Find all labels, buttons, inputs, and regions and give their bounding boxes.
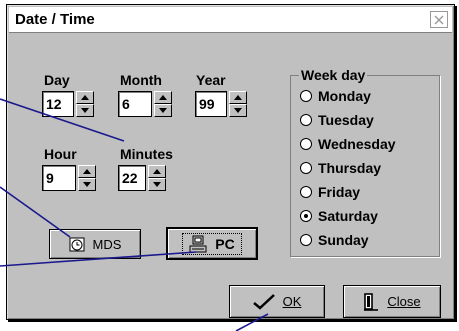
year-value[interactable]: 99 (195, 91, 227, 117)
mds-button[interactable]: MDS (49, 229, 141, 259)
weekday-label: Wednesday (318, 136, 396, 152)
weekday-radio-monday[interactable]: Monday (300, 86, 371, 106)
date-time-dialog: Date / Time Day Month Year 12 6 99 Hour … (6, 4, 455, 320)
close-icon[interactable] (430, 11, 448, 28)
week-day-legend: Week day (299, 67, 368, 83)
day-spinner[interactable]: 12 (42, 91, 94, 117)
month-label: Month (120, 72, 162, 88)
weekday-label: Monday (318, 88, 371, 104)
clock-icon (69, 236, 85, 252)
checkmark-icon (252, 293, 275, 310)
close-button-label: Close (387, 294, 421, 309)
month-down-arrow-icon[interactable] (154, 104, 172, 117)
hour-down-arrow-icon[interactable] (78, 178, 96, 191)
radio-circle-icon[interactable] (300, 162, 312, 174)
weekday-radio-sunday[interactable]: Sunday (300, 230, 369, 250)
weekday-label: Tuesday (318, 112, 374, 128)
mds-button-label: MDS (92, 236, 122, 252)
month-spinner[interactable]: 6 (118, 91, 172, 117)
year-label: Year (196, 72, 226, 88)
radio-circle-icon[interactable] (300, 186, 312, 198)
minutes-value[interactable]: 22 (118, 165, 146, 191)
weekday-radio-tuesday[interactable]: Tuesday (300, 110, 374, 130)
ok-button-label: OK (282, 294, 302, 309)
door-exit-icon (363, 292, 379, 311)
dialog-title: Date / Time (15, 11, 95, 28)
year-up-arrow-icon[interactable] (229, 91, 247, 104)
year-spinner[interactable]: 99 (195, 91, 247, 117)
year-down-arrow-icon[interactable] (229, 104, 247, 117)
week-day-group: Week day Monday Tuesday Wednesday Thursday F… (290, 67, 440, 257)
hour-label: Hour (44, 146, 77, 162)
title-bar: Date / Time (9, 7, 452, 33)
minutes-down-arrow-icon[interactable] (148, 178, 166, 191)
close-button[interactable]: Close (343, 285, 441, 318)
day-down-arrow-icon[interactable] (76, 104, 94, 117)
minutes-label: Minutes (120, 146, 173, 162)
computer-icon (189, 235, 207, 253)
day-label: Day (44, 72, 70, 88)
weekday-label: Sunday (318, 232, 369, 248)
weekday-radio-wednesday[interactable]: Wednesday (300, 134, 396, 154)
radio-circle-icon[interactable] (300, 210, 312, 222)
weekday-radio-friday[interactable]: Friday (300, 182, 360, 202)
month-up-arrow-icon[interactable] (154, 91, 172, 104)
minutes-up-arrow-icon[interactable] (148, 165, 166, 178)
pc-button-label: PC (215, 235, 235, 252)
pc-button[interactable]: PC (166, 227, 258, 260)
hour-up-arrow-icon[interactable] (78, 165, 96, 178)
hour-value[interactable]: 9 (42, 165, 76, 191)
day-up-arrow-icon[interactable] (76, 91, 94, 104)
radio-circle-icon[interactable] (300, 138, 312, 150)
weekday-label: Thursday (318, 160, 382, 176)
weekday-label: Saturday (318, 208, 378, 224)
minutes-spinner[interactable]: 22 (118, 165, 166, 191)
ok-button[interactable]: OK (229, 285, 325, 318)
day-value[interactable]: 12 (42, 91, 74, 117)
radio-circle-icon[interactable] (300, 90, 312, 102)
month-value[interactable]: 6 (118, 91, 152, 117)
radio-circle-icon[interactable] (300, 234, 312, 246)
weekday-radio-saturday[interactable]: Saturday (300, 206, 378, 226)
hour-spinner[interactable]: 9 (42, 165, 96, 191)
radio-circle-icon[interactable] (300, 114, 312, 126)
weekday-radio-thursday[interactable]: Thursday (300, 158, 381, 178)
weekday-label: Friday (318, 184, 361, 200)
